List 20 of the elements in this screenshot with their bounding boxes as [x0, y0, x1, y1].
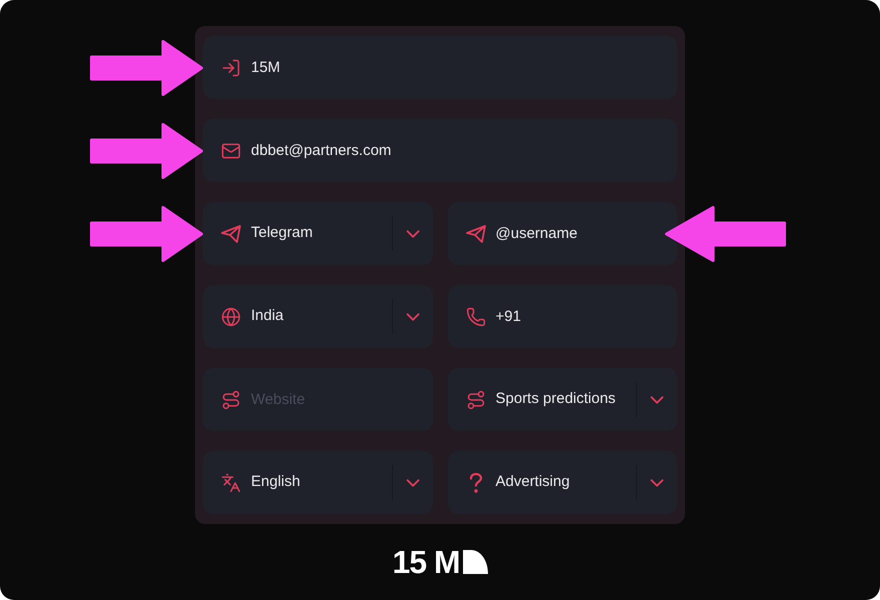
- dropdown-field[interactable]: India: [203, 285, 432, 348]
- route-icon: [221, 390, 241, 410]
- phone-icon: [466, 306, 486, 326]
- logo-text: 15 M: [392, 546, 460, 578]
- envelope-icon: [221, 140, 241, 160]
- input-field[interactable]: @username: [448, 202, 677, 265]
- paper-plane-icon: [466, 224, 486, 244]
- route-icon: [466, 390, 486, 410]
- dropdown-field[interactable]: Sports predictions: [448, 368, 677, 431]
- dropdown-field[interactable]: English: [203, 451, 432, 514]
- logo-mark-icon: [462, 550, 488, 574]
- input-field[interactable]: +91: [448, 285, 677, 348]
- dropdown-field[interactable]: Advertising: [448, 451, 677, 514]
- paper-plane-icon: [221, 224, 241, 244]
- input-field[interactable]: dbbet@partners.com: [203, 119, 677, 182]
- globe-icon: [221, 306, 241, 326]
- input-field[interactable]: 15M: [203, 36, 677, 99]
- dropdown-field[interactable]: Telegram: [203, 202, 432, 265]
- login-icon: [221, 58, 241, 78]
- translate-icon: [221, 472, 241, 492]
